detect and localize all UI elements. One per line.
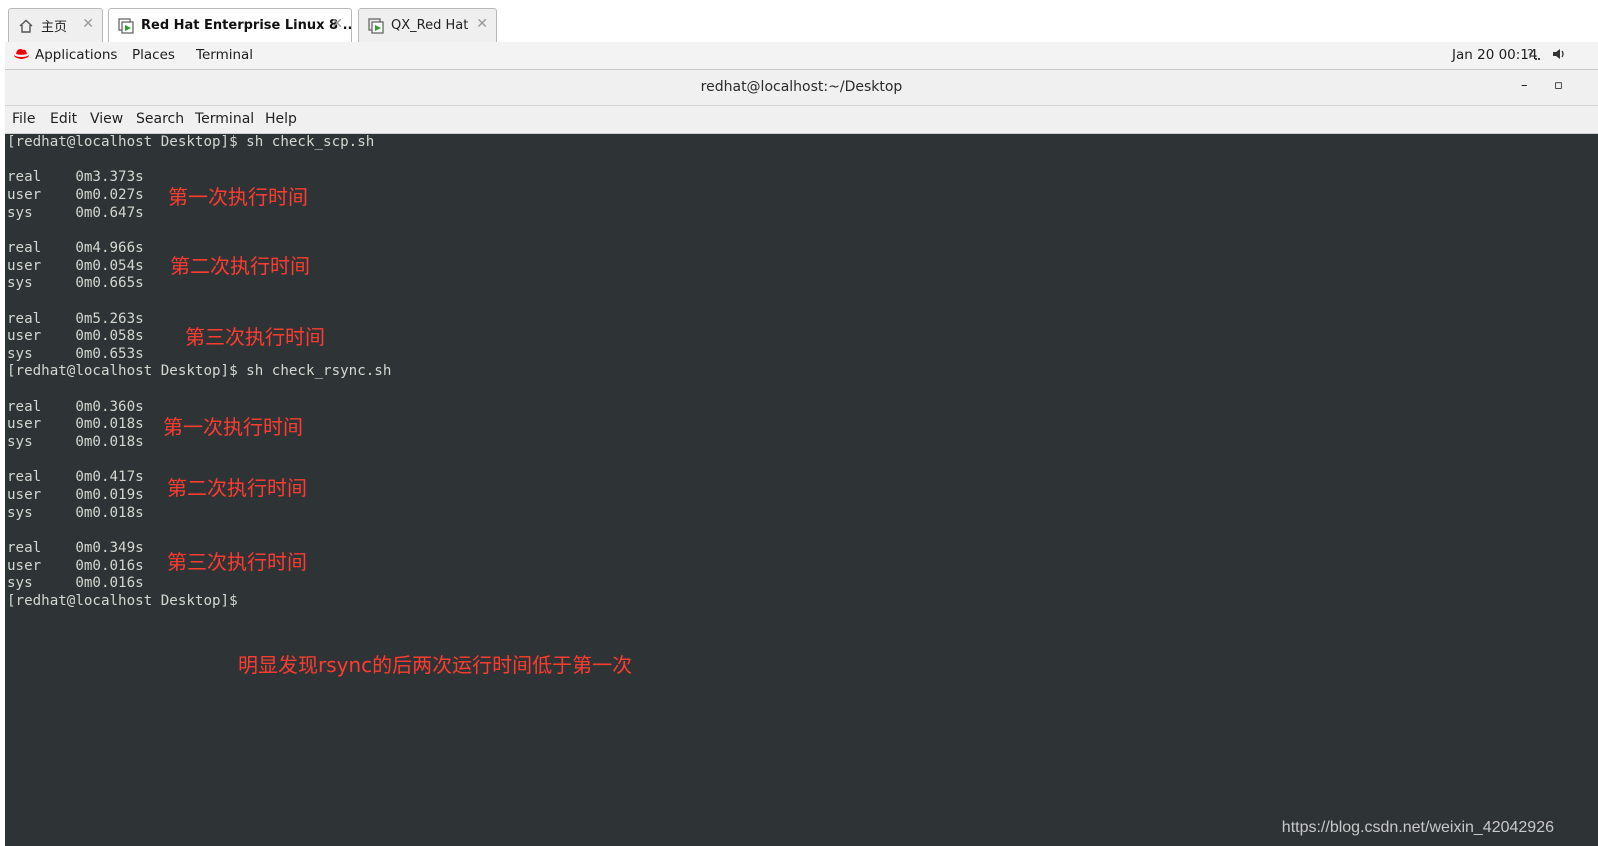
gnome-top-bar: Applications Places Terminal Jan 20 00:1… — [5, 42, 1598, 70]
terminal-line: sys 0m0.016s — [7, 575, 144, 592]
tab-home[interactable]: 主页 ✕ — [8, 8, 103, 42]
annotation-rsync-run-3: 第三次执行时间 — [167, 550, 307, 574]
terminal-line: sys 0m0.653s — [7, 345, 144, 362]
terminal-line: real 0m4.966s — [7, 239, 144, 256]
terminal-line: real 0m0.349s — [7, 539, 144, 556]
home-icon — [17, 17, 35, 35]
menu-search[interactable]: Search — [136, 111, 184, 127]
terminal-line: user 0m0.018s — [7, 416, 144, 433]
terminal-line: user 0m0.058s — [7, 328, 144, 345]
terminal-line: user 0m0.016s — [7, 557, 144, 574]
close-icon[interactable]: ✕ — [331, 16, 343, 32]
vm-tab-strip: 主页 ✕ Red Hat Enterprise Linux 8 ... ✕ QX… — [0, 0, 1598, 42]
terminal-menu-bar: File Edit View Search Terminal Help — [5, 106, 1598, 134]
volume-icon[interactable] — [1551, 46, 1567, 66]
tab-rhel8[interactable]: Red Hat Enterprise Linux 8 ... ✕ — [108, 8, 352, 42]
menu-terminal[interactable]: Terminal — [195, 111, 254, 127]
tab-qx-redhat[interactable]: QX_Red Hat ✕ — [358, 8, 497, 42]
terminal-line: user 0m0.054s — [7, 257, 144, 274]
tab-label: Red Hat Enterprise Linux 8 ... — [141, 18, 351, 33]
network-icon[interactable]: ? — [1526, 46, 1542, 66]
terminal-line: real 0m5.263s — [7, 310, 144, 327]
annotation-summary: 明显发现rsync的后两次运行时间低于第一次 — [238, 653, 633, 677]
terminal-line: sys 0m0.018s — [7, 504, 144, 521]
terminal-line: real 0m0.417s — [7, 469, 144, 486]
watermark: https://blog.csdn.net/weixin_42042926 — [1281, 819, 1554, 836]
tab-label: QX_Red Hat — [391, 18, 469, 33]
applications-menu[interactable]: Applications — [35, 47, 117, 63]
terminal-app-menu[interactable]: Terminal — [196, 47, 253, 63]
menu-help[interactable]: Help — [265, 111, 297, 127]
window-title-bar[interactable]: redhat@localhost:~/Desktop – ▫ — [5, 70, 1598, 106]
tab-label: 主页 — [41, 20, 68, 35]
places-menu[interactable]: Places — [132, 47, 175, 63]
vm-icon — [367, 17, 385, 35]
menu-file[interactable]: File — [12, 111, 35, 127]
window-title: redhat@localhost:~/Desktop — [700, 79, 903, 95]
annotation-scp-run-1: 第一次执行时间 — [168, 185, 308, 209]
terminal-output[interactable]: [redhat@localhost Desktop]$ sh check_scp… — [5, 134, 1598, 846]
annotation-scp-run-3: 第三次执行时间 — [185, 325, 325, 349]
annotation-rsync-run-2: 第二次执行时间 — [167, 476, 307, 500]
close-icon[interactable]: ✕ — [82, 16, 94, 32]
annotation-scp-run-2: 第二次执行时间 — [170, 254, 310, 278]
terminal-line: sys 0m0.647s — [7, 204, 144, 221]
terminal-line: [redhat@localhost Desktop]$ — [7, 592, 238, 609]
terminal-line: [redhat@localhost Desktop]$ sh check_scp… — [7, 134, 375, 150]
terminal-line: sys 0m0.018s — [7, 434, 144, 451]
terminal-line: user 0m0.027s — [7, 186, 144, 203]
terminal-line: sys 0m0.665s — [7, 275, 144, 292]
close-icon[interactable]: ✕ — [476, 16, 488, 32]
svg-text:?: ? — [1527, 47, 1533, 61]
terminal-line: real 0m3.373s — [7, 169, 144, 186]
maximize-button[interactable]: ▫ — [1554, 78, 1563, 93]
minimize-button[interactable]: – — [1521, 78, 1528, 93]
menu-edit[interactable]: Edit — [50, 111, 77, 127]
redhat-logo-icon — [13, 48, 30, 64]
terminal-line: real 0m0.360s — [7, 398, 144, 415]
clock[interactable]: Jan 20 00:14 — [1452, 47, 1537, 63]
vm-icon — [117, 17, 135, 35]
annotation-rsync-run-1: 第一次执行时间 — [163, 415, 303, 439]
terminal-line: [redhat@localhost Desktop]$ sh check_rsy… — [7, 363, 392, 380]
menu-view[interactable]: View — [90, 111, 123, 127]
terminal-line: user 0m0.019s — [7, 487, 144, 503]
